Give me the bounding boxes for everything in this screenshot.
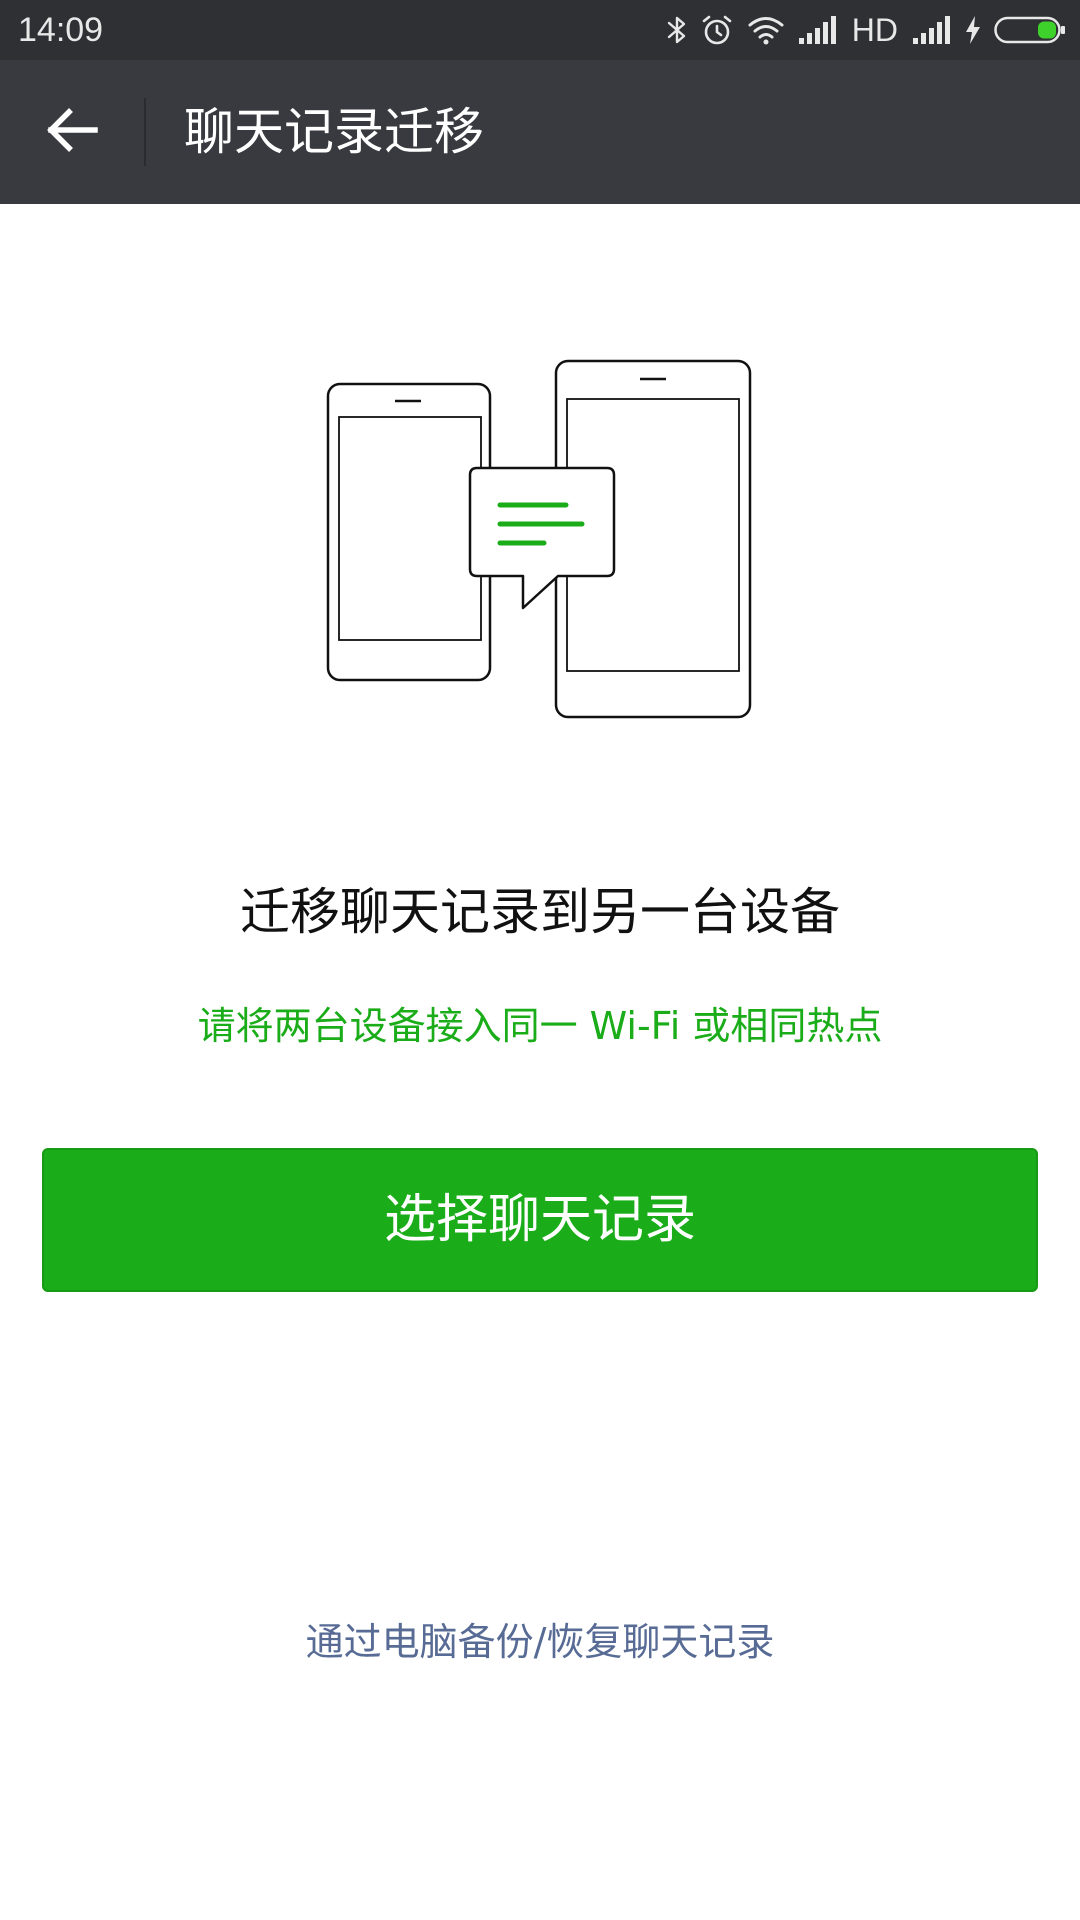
charging-icon [964,15,982,45]
status-icons: HD [666,10,1066,50]
old-phone-icon [326,382,492,682]
status-bar: 14:09 HD [0,0,1080,60]
back-button[interactable] [30,92,116,172]
signal-icon [798,15,838,45]
signal-icon [912,15,952,45]
app-bar-divider [144,98,146,166]
select-chat-history-button[interactable]: 选择聊天记录 [42,1148,1038,1292]
status-time: 14:09 [18,11,104,49]
alarm-icon [700,13,734,47]
page-title: 聊天记录迁移 [184,103,484,161]
migration-title: 迁移聊天记录到另一台设备 [240,883,840,941]
back-arrow-icon [45,104,101,160]
bluetooth-icon [666,14,688,46]
app-bar: 聊天记录迁移 [0,60,1080,204]
pc-backup-restore-link[interactable]: 通过电脑备份/恢复聊天记录 [0,1616,1080,1668]
wifi-hint: 请将两台设备接入同一 Wi-Fi 或相同热点 [197,1004,883,1048]
battery-icon [994,15,1066,45]
wifi-icon [746,14,786,46]
network-type-label: HD [851,12,898,48]
transfer-illustration [316,350,756,730]
